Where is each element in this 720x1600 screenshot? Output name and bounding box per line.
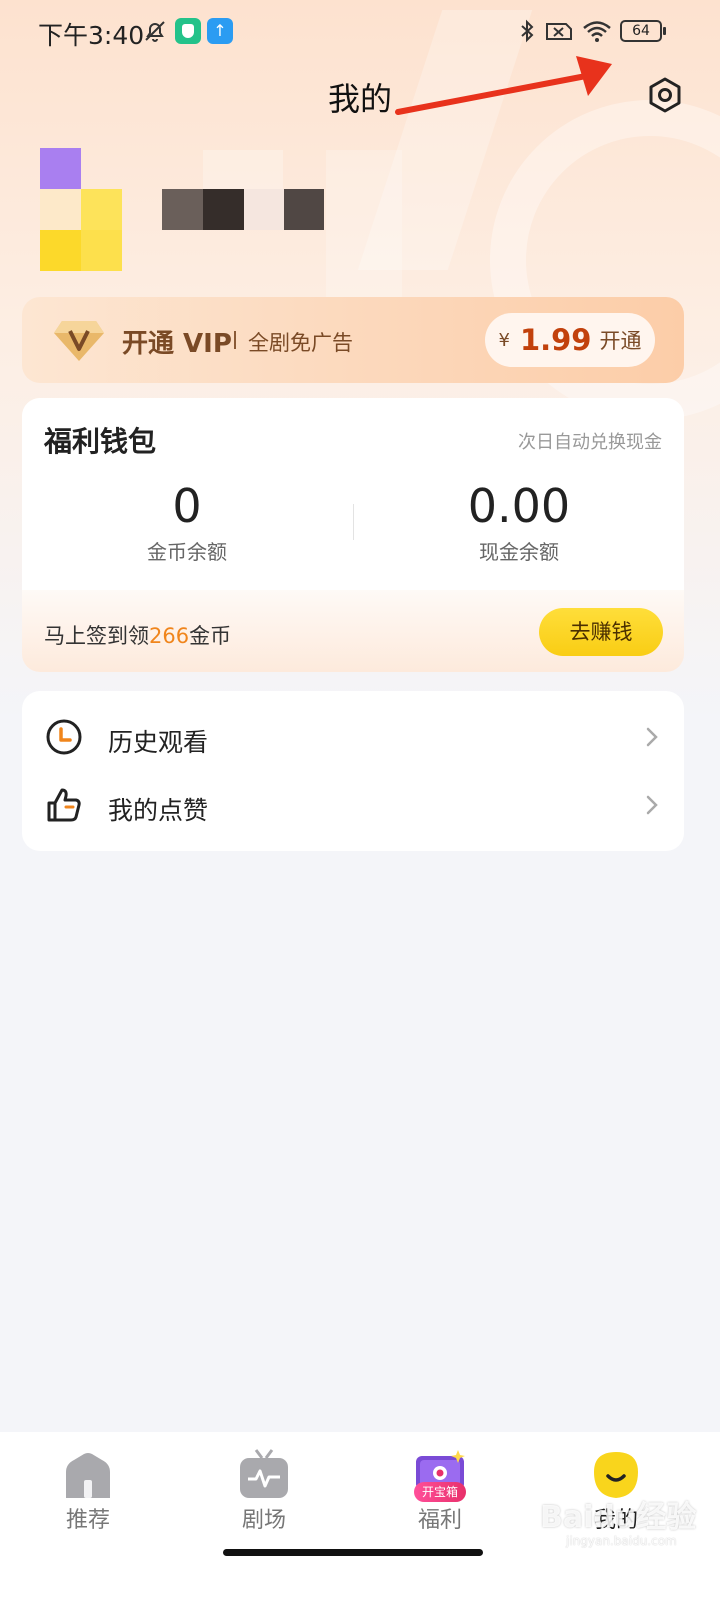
settings-icon[interactable] bbox=[646, 76, 684, 114]
treasure-box-icon: 开宝箱 bbox=[410, 1446, 470, 1506]
wifi-icon bbox=[583, 21, 611, 42]
watermark-url: jingyan.baidu.com bbox=[566, 1534, 677, 1548]
vip-price: 1.99 bbox=[519, 323, 592, 357]
coin-balance-label: 金币余额 bbox=[147, 540, 227, 564]
wallet-card: 福利钱包 次日自动兑换现金 0 金币余额 0.00 现金余额 马上签到领266金… bbox=[22, 398, 684, 672]
upload-app-icon: ↑ bbox=[207, 18, 233, 44]
watermark: Baidu经验 bbox=[540, 1500, 697, 1535]
battery-icon: 64 bbox=[620, 20, 666, 42]
vip-subscribe-button[interactable]: ¥ 1.99 开通 bbox=[485, 313, 655, 367]
coin-balance[interactable]: 0 金币余额 bbox=[22, 478, 352, 565]
cash-balance-label: 现金余额 bbox=[479, 540, 559, 564]
vip-divider bbox=[234, 331, 236, 349]
vip-banner[interactable]: 开通 VIP 全剧免广告 ¥ 1.99 开通 bbox=[22, 297, 684, 383]
clock-icon bbox=[46, 719, 82, 755]
thumbs-up-icon bbox=[47, 788, 81, 822]
sim-x-icon bbox=[546, 23, 572, 40]
menu-list: 历史观看 我的点赞 bbox=[22, 691, 684, 851]
signin-prefix: 马上签到领 bbox=[44, 624, 149, 648]
signin-suffix: 金币 bbox=[189, 624, 232, 648]
cash-balance[interactable]: 0.00 现金余额 bbox=[354, 478, 684, 565]
bluetooth-icon bbox=[521, 19, 534, 43]
username-obscured[interactable] bbox=[162, 150, 402, 320]
coin-balance-value: 0 bbox=[172, 479, 202, 533]
nav-label-theater: 剧场 bbox=[241, 1508, 286, 1533]
status-bar: 下午3:40 ↑ 64 bbox=[0, 0, 720, 64]
menu-item-likes[interactable]: 我的点赞 bbox=[22, 771, 684, 839]
vip-title: 开通 VIP bbox=[122, 329, 232, 359]
bell-off-icon bbox=[145, 21, 165, 42]
vip-diamond-icon bbox=[54, 321, 104, 361]
annotation-arrow-icon bbox=[395, 56, 612, 115]
nav-item-theater[interactable]: 剧场 bbox=[176, 1432, 352, 1552]
tv-icon bbox=[240, 1449, 288, 1498]
nav-label-welfare: 福利 bbox=[417, 1508, 462, 1533]
menu-label-likes: 我的点赞 bbox=[108, 796, 209, 825]
menu-item-history[interactable]: 历史观看 bbox=[22, 703, 684, 771]
avatar[interactable] bbox=[40, 148, 122, 271]
home-indicator[interactable] bbox=[223, 1549, 483, 1556]
chevron-right-icon bbox=[646, 727, 658, 747]
shield-app-icon bbox=[175, 18, 201, 44]
treasure-badge: 开宝箱 bbox=[414, 1482, 466, 1502]
home-icon bbox=[66, 1453, 110, 1498]
vip-subscribe-label: 开通 bbox=[599, 329, 642, 353]
vip-description: 全剧免广告 bbox=[248, 331, 353, 355]
nav-label-recommend: 推荐 bbox=[65, 1508, 110, 1533]
vip-currency: ¥ bbox=[498, 329, 510, 351]
wallet-title: 福利钱包 bbox=[44, 425, 157, 458]
chevron-right-icon bbox=[646, 795, 658, 815]
signin-prompt: 马上签到领266金币 bbox=[44, 620, 231, 650]
earn-money-button[interactable]: 去赚钱 bbox=[539, 608, 663, 656]
menu-label-history: 历史观看 bbox=[108, 728, 209, 757]
status-time: 下午3:40 bbox=[38, 21, 145, 50]
signin-amount: 266 bbox=[149, 624, 190, 648]
wallet-note: 次日自动兑换现金 bbox=[518, 432, 662, 453]
cash-balance-value: 0.00 bbox=[467, 479, 571, 533]
nav-item-welfare[interactable]: 开宝箱 福利 bbox=[352, 1432, 528, 1552]
nav-item-recommend[interactable]: 推荐 bbox=[0, 1432, 176, 1552]
